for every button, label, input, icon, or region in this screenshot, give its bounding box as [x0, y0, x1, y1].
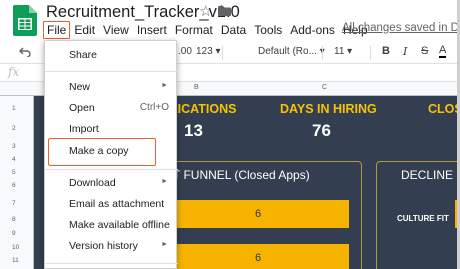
menu-tools[interactable]: Tools	[250, 22, 286, 38]
file-menu-dropdown: Share New ► Open Ctrl+O Import Make a co…	[44, 40, 178, 269]
menu-data[interactable]: Data	[217, 22, 250, 38]
menu-bar: File Edit View Insert Format Data Tools …	[43, 21, 372, 39]
decline-reason-label: CULTURE FIT	[397, 214, 449, 223]
menu-item-label: New	[69, 81, 91, 93]
strikethrough-button[interactable]: S	[421, 45, 428, 57]
font-family-dropdown[interactable]: Default (Ro... ▾	[258, 46, 325, 57]
menu-item-shortcut: Ctrl+O	[139, 102, 169, 113]
row-header-column: 1 2 3 4 5 6 7 8 9 10 11	[0, 96, 34, 269]
menu-item-label: Make available offline	[69, 219, 170, 231]
google-sheets-logo-icon[interactable]	[13, 5, 37, 36]
menu-separator	[45, 263, 178, 264]
number-format-dropdown[interactable]: 123 ▾	[196, 46, 221, 57]
menu-item-make-a-copy[interactable]: Make a copy	[45, 141, 178, 161]
toolbar-divider	[222, 46, 223, 60]
font-size-label: 11	[334, 46, 345, 57]
star-icon[interactable]: ☆	[199, 2, 212, 20]
menu-item-version-history[interactable]: Version history ►	[45, 236, 178, 256]
saved-status-link[interactable]: All changes saved in Drive	[342, 22, 460, 34]
font-family-label: Default (Ro...	[258, 46, 317, 57]
increase-decimal-button[interactable]: .00	[178, 46, 192, 57]
menu-edit[interactable]: Edit	[70, 22, 99, 38]
funnel-bar-value: 6	[254, 252, 262, 264]
menu-item-email-as-attachment[interactable]: Email as attachment	[45, 194, 178, 214]
menu-item-label: Download	[69, 177, 116, 189]
funnel-bar[interactable]: 6	[167, 244, 349, 269]
menu-item-label: Import	[69, 123, 99, 135]
menu-item-import[interactable]: Import	[45, 119, 178, 139]
row-header[interactable]: 9	[12, 230, 16, 237]
menu-separator	[45, 169, 178, 170]
column-header-b[interactable]: B	[194, 84, 199, 91]
row-header[interactable]: 11	[12, 257, 19, 264]
row-header[interactable]: 8	[12, 216, 16, 223]
decline-title: DECLINE R	[401, 168, 460, 182]
text-color-button[interactable]: A	[439, 44, 447, 58]
font-size-dropdown[interactable]: 11 ▾	[334, 46, 352, 57]
menu-item-open[interactable]: Open Ctrl+O	[45, 98, 178, 118]
menu-item-new[interactable]: New ►	[45, 77, 178, 97]
menu-item-label: Version history	[69, 240, 138, 252]
menu-item-label: Make a copy	[69, 145, 129, 157]
title-bar: Recruitment_Tracker_v1.0 ☆ File Edit Vie…	[0, 0, 460, 42]
row-header[interactable]: 1	[12, 105, 16, 112]
row-header[interactable]: 7	[12, 200, 16, 207]
row-header[interactable]: 4	[12, 156, 16, 163]
submenu-arrow-icon: ►	[161, 241, 168, 248]
toolbar-divider	[322, 46, 323, 60]
row-header[interactable]: 3	[12, 143, 16, 150]
column-header-c[interactable]: C	[322, 84, 327, 91]
row-header[interactable]: 6	[12, 182, 16, 189]
folder-icon[interactable]	[218, 6, 231, 16]
menu-add-ons[interactable]: Add-ons	[286, 22, 339, 38]
number-format-label: 123	[196, 46, 213, 57]
menu-format[interactable]: Format	[171, 22, 217, 38]
submenu-arrow-icon: ►	[161, 178, 168, 185]
row-header[interactable]: 5	[12, 169, 16, 176]
kpi-days-in-hiring-label: DAYS IN HIRING	[280, 102, 377, 116]
italic-button[interactable]: I	[403, 45, 407, 58]
menu-view[interactable]: View	[99, 22, 133, 38]
kpi-closed-label: CLOS	[428, 102, 460, 116]
row-header[interactable]: 10	[12, 244, 19, 251]
menu-file[interactable]: File	[43, 21, 71, 39]
menu-item-make-available-offline[interactable]: Make available offline	[45, 215, 178, 235]
row-header[interactable]: 2	[12, 125, 16, 132]
menu-separator	[45, 71, 178, 72]
decline-panel: DECLINE R CULTURE FIT	[376, 161, 460, 269]
kpi-days-in-hiring-value: 76	[312, 121, 331, 140]
undo-icon[interactable]	[19, 47, 31, 57]
menu-item-download[interactable]: Download ►	[45, 173, 178, 193]
menu-item-label: Open	[69, 102, 95, 114]
fx-icon: fx	[8, 65, 20, 79]
funnel-title: T FUNNEL (Closed Apps)	[173, 168, 310, 182]
submenu-arrow-icon: ►	[161, 82, 168, 89]
funnel-bar-value: 6	[254, 208, 262, 220]
menu-item-share[interactable]: Share	[45, 45, 178, 65]
toolbar-divider	[370, 46, 371, 60]
menu-insert[interactable]: Insert	[133, 22, 171, 38]
menu-item-label: Share	[69, 49, 98, 61]
bold-button[interactable]: B	[382, 45, 390, 57]
kpi-applications-label: LICATIONS	[170, 102, 237, 116]
funnel-bar[interactable]: 6	[167, 200, 349, 228]
kpi-applications-value: 13	[184, 121, 203, 140]
menu-item-label: Email as attachment	[69, 198, 165, 210]
